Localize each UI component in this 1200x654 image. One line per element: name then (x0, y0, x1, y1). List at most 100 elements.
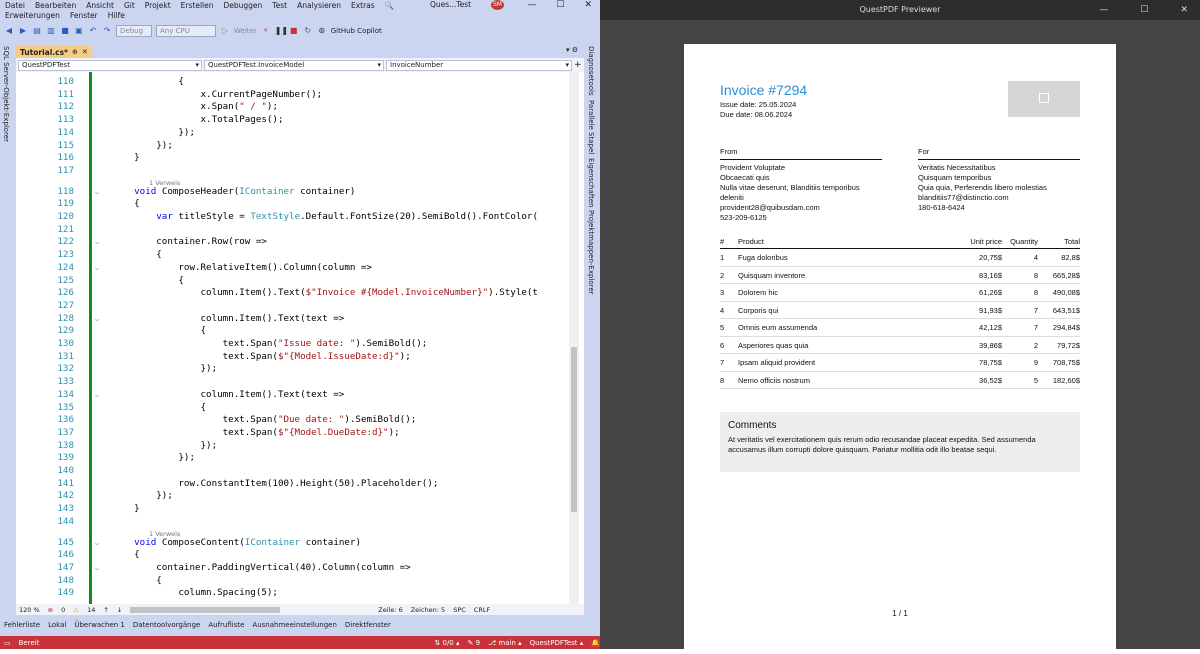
type-dropdown[interactable]: QuestPDFTest.InvoiceModel (204, 59, 384, 71)
code-line[interactable]: 128 ⌵ column.Item().Text(text => (16, 313, 584, 326)
bottom-tab[interactable]: Lokal (48, 621, 66, 629)
member-dropdown[interactable]: InvoiceNumber (386, 59, 572, 71)
continue-button[interactable]: Weiter (234, 27, 257, 35)
fold-chevron-icon[interactable]: ⌵ (95, 313, 99, 326)
bottom-tab[interactable]: Aufrufliste (208, 621, 244, 629)
save-icon[interactable]: ■ (60, 26, 70, 36)
horizontal-scrollbar[interactable] (130, 606, 281, 613)
menu-item[interactable]: Erstellen (176, 1, 219, 10)
menu-item[interactable]: Analysieren (292, 1, 346, 10)
error-icon[interactable]: ⊗ (48, 606, 53, 614)
close-tab-icon[interactable]: ✕ (82, 48, 88, 56)
close-button[interactable]: ✕ (584, 0, 592, 10)
bottom-tab[interactable]: Ausnahmeeinstellungen (252, 621, 337, 629)
code-line[interactable]: 137 text.Span($"{Model.DueDate:d}"); (16, 427, 584, 440)
menu-item[interactable]: Test (267, 1, 292, 10)
pin-icon[interactable]: ⊕ (72, 48, 78, 56)
parallel-stacks-tab[interactable]: Parallele Stapel (587, 100, 595, 154)
code-line[interactable]: 133 (16, 376, 584, 389)
code-line[interactable]: 139 }); (16, 452, 584, 465)
code-line[interactable]: 130 text.Span("Issue date: ").SemiBold()… (16, 338, 584, 351)
bottom-tab[interactable]: Fehlerliste (4, 621, 40, 629)
code-line[interactable]: 113 x.TotalPages(); (16, 114, 584, 127)
fold-chevron-icon[interactable]: ⌵ (95, 236, 99, 249)
restart-icon[interactable]: ↻ (303, 26, 313, 36)
zoom-level[interactable]: 120 % (19, 606, 40, 614)
code-line[interactable]: 119 { (16, 198, 584, 211)
code-line[interactable]: 134 ⌵ column.Item().Text(text => (16, 389, 584, 402)
tab-options-icon[interactable]: ▾ ⚙ (566, 46, 578, 54)
back-icon[interactable]: ◀ (4, 26, 14, 36)
code-line[interactable]: 144 (16, 516, 584, 529)
code-line[interactable]: 142 }); (16, 490, 584, 503)
fold-chevron-icon[interactable]: ⌵ (95, 537, 99, 550)
code-line[interactable]: 115 }); (16, 140, 584, 153)
code-line[interactable]: 122 ⌵ container.Row(row => (16, 236, 584, 249)
up-arrow-icon[interactable]: ↑ (103, 606, 108, 614)
menu-item[interactable]: Bearbeiten (30, 1, 81, 10)
code-line[interactable]: 120 var titleStyle = TextStyle.Default.F… (16, 211, 584, 224)
code-line[interactable]: 149 column.Spacing(5); (16, 587, 584, 600)
pause-icon[interactable]: ❚❚ (275, 26, 288, 36)
user-avatar[interactable]: SM (491, 0, 504, 10)
maximize-button[interactable]: ☐ (556, 0, 564, 10)
code-line[interactable]: 131 text.Span($"{Model.IssueDate:d}"); (16, 351, 584, 364)
maximize-button[interactable]: ☐ (1140, 0, 1148, 20)
forward-icon[interactable]: ▶ (18, 26, 28, 36)
menu-item[interactable]: Erweiterungen (0, 11, 65, 20)
open-icon[interactable]: ▥ (46, 26, 56, 36)
code-line[interactable]: 140 (16, 465, 584, 478)
code-line[interactable]: 126 column.Item().Text($"Invoice #{Model… (16, 287, 584, 300)
bottom-tab[interactable]: Überwachen 1 (74, 621, 124, 629)
properties-tab[interactable]: Eigenschaften (587, 158, 595, 208)
menu-item[interactable]: Ansicht (81, 1, 119, 10)
redo-icon[interactable]: ↷ (102, 26, 112, 36)
bottom-tab[interactable]: Datentoolvorgänge (133, 621, 201, 629)
menu-item[interactable]: Datei (0, 1, 30, 10)
save-all-icon[interactable]: ▣ (74, 26, 84, 36)
down-arrow-icon[interactable]: ↓ (117, 606, 122, 614)
bottom-tab[interactable]: Direktfenster (345, 621, 391, 629)
code-line[interactable]: 148 { (16, 575, 584, 588)
code-line[interactable]: 147 ⌵ container.PaddingVertical(40).Colum… (16, 562, 584, 575)
undo-icon[interactable]: ↶ (88, 26, 98, 36)
code-line[interactable]: 110 { (16, 76, 584, 89)
search-icon[interactable]: 🔍 (380, 1, 399, 10)
project-dropdown[interactable]: QuestPDFTest (18, 59, 202, 71)
code-line[interactable]: 145 ⌵ void ComposeContent(IContainer cont… (16, 537, 584, 550)
github-copilot-button[interactable]: GitHub Copilot (331, 27, 382, 35)
minimize-button[interactable]: — (1099, 0, 1108, 20)
new-file-icon[interactable]: ▤ (32, 26, 42, 36)
notifications-icon[interactable]: 🔔 (591, 639, 600, 647)
configuration-select[interactable]: Debug (116, 24, 152, 37)
code-line[interactable]: 146 { (16, 549, 584, 562)
code-line[interactable]: 136 text.Span("Due date: ").SemiBold(); (16, 414, 584, 427)
fold-chevron-icon[interactable]: ⌵ (95, 389, 99, 402)
menu-item[interactable]: Hilfe (103, 11, 130, 20)
menu-item[interactable]: Fenster (65, 11, 103, 20)
solution-explorer-tab[interactable]: Projektmappen-Explorer (587, 210, 595, 295)
start-icon[interactable]: ▷ (220, 26, 230, 36)
code-line[interactable]: 114 }); (16, 127, 584, 140)
scrollbar-thumb[interactable] (571, 347, 577, 512)
code-editor[interactable]: 110 {111 x.CurrentPageNumber(); 112 x.Spa… (16, 72, 584, 604)
menu-item[interactable]: Extras (346, 1, 380, 10)
line-ending[interactable]: CRLF (474, 606, 490, 614)
code-line[interactable]: 117 (16, 165, 584, 178)
code-line[interactable]: 118 ⌵ void ComposeHeader(IContainer conta… (16, 186, 584, 199)
menu-item[interactable]: Debuggen (219, 1, 268, 10)
fold-chevron-icon[interactable]: ⌵ (95, 562, 99, 575)
stop-icon[interactable]: ■ (289, 26, 299, 36)
minimize-button[interactable]: — (527, 0, 536, 10)
tab-tutorial-cs[interactable]: Tutorial.cs* ⊕ ✕ (16, 46, 92, 58)
platform-select[interactable]: Any CPU (156, 24, 216, 37)
branch-selector[interactable]: ⎇ main ▴ (488, 639, 522, 647)
fold-chevron-icon[interactable]: ⌵ (95, 262, 99, 275)
code-line[interactable]: 129 { (16, 325, 584, 338)
warning-icon[interactable]: ⚠ (73, 606, 79, 614)
pending-edits[interactable]: ✎ 9 (468, 639, 481, 647)
code-line[interactable]: 116 } (16, 152, 584, 165)
repository-selector[interactable]: QuestPDFTest ▴ (530, 639, 584, 647)
code-line[interactable]: 135 { (16, 402, 584, 415)
code-line[interactable]: 112 x.Span(" / "); (16, 101, 584, 114)
